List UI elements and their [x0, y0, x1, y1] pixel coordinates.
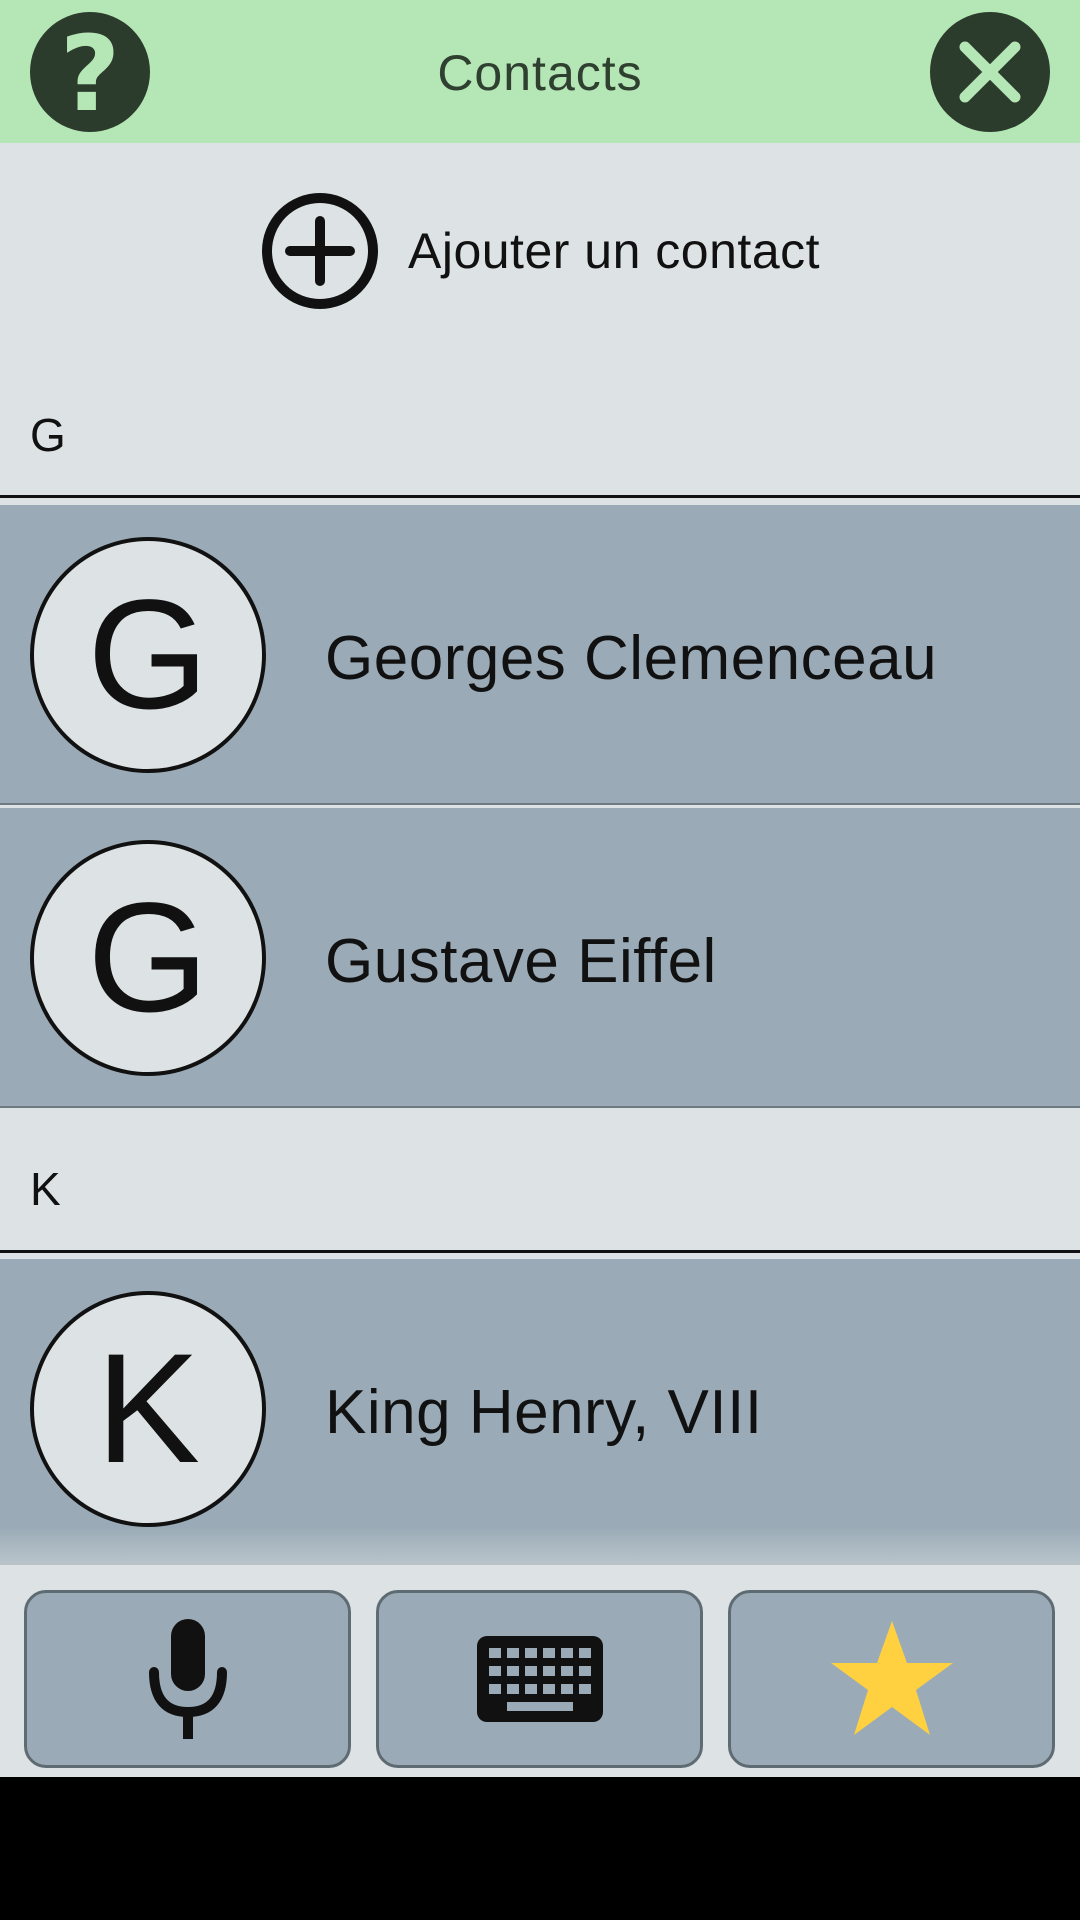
page-title: Contacts	[437, 45, 643, 101]
add-contact-button[interactable]: Ajouter un contact	[0, 143, 1080, 358]
avatar: G	[30, 840, 266, 1076]
contact-name: Georges Clemenceau	[325, 624, 938, 693]
close-button[interactable]	[930, 12, 1050, 132]
keyboard-icon	[476, 1636, 603, 1722]
contact-name: Gustave Eiffel	[325, 927, 717, 996]
section-letter: G	[30, 409, 66, 461]
add-contact-label: Ajouter un contact	[407, 222, 821, 279]
section-header-k: K	[0, 1110, 1080, 1253]
avatar-initial: G	[87, 871, 209, 1045]
bottom-toolbar	[0, 1563, 1080, 1777]
plus-circle-icon	[261, 192, 378, 309]
favorites-button[interactable]	[728, 1590, 1055, 1768]
contact-row[interactable]: K King Henry, VIII	[0, 1259, 1080, 1564]
avatar-initial: K	[95, 1322, 201, 1496]
header-bar: ? Contacts	[0, 0, 1080, 143]
contact-row[interactable]: G Gustave Eiffel	[0, 808, 1080, 1108]
avatar-initial: G	[87, 568, 209, 742]
avatar: K	[30, 1291, 266, 1527]
system-navigation-bar	[0, 1777, 1080, 1920]
avatar: G	[30, 537, 266, 773]
contact-name: King Henry, VIII	[325, 1378, 763, 1447]
contacts-screen: ? Contacts Ajouter un contact G G George…	[0, 0, 1080, 1920]
keyboard-search-button[interactable]	[376, 1590, 703, 1768]
close-icon	[959, 41, 1021, 103]
star-icon	[830, 1620, 953, 1735]
section-header-g: G	[0, 358, 1080, 498]
section-letter: K	[30, 1163, 61, 1215]
microphone-icon	[148, 1619, 227, 1739]
contact-row[interactable]: G Georges Clemenceau	[0, 505, 1080, 805]
voice-search-button[interactable]	[24, 1590, 351, 1768]
